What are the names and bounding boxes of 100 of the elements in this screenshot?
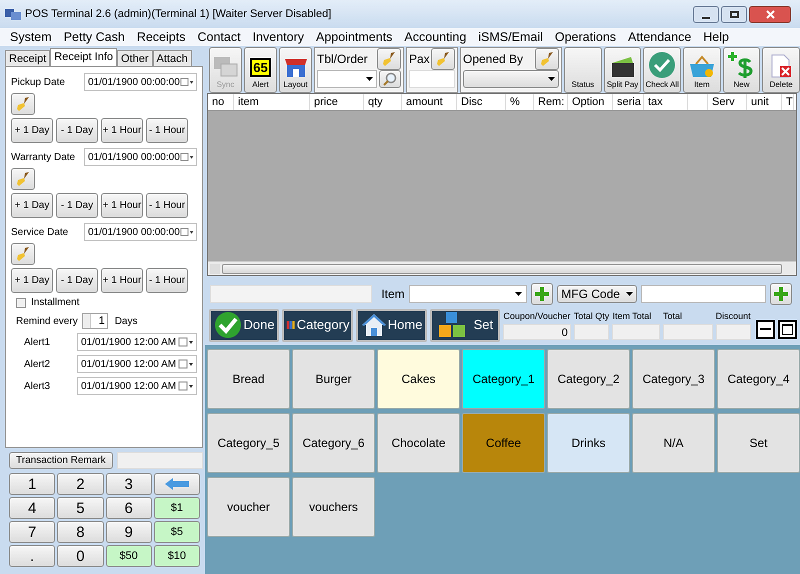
order-dropdown[interactable] — [317, 70, 377, 88]
transaction-remark-button[interactable]: Transaction Remark — [9, 452, 113, 469]
code-field[interactable] — [640, 285, 766, 303]
keypad-key[interactable]: 9 — [106, 521, 152, 543]
keypad-key[interactable]: . — [9, 545, 56, 567]
tab[interactable]: Other — [117, 50, 153, 66]
adjust-button[interactable]: - 1 Day — [56, 118, 98, 143]
column-header[interactable]: qty — [364, 94, 402, 110]
column-header[interactable]: no — [208, 94, 234, 110]
column-header[interactable]: amount — [402, 94, 457, 110]
keypad-key[interactable]: 4 — [9, 497, 56, 519]
tab[interactable]: Attach — [152, 50, 192, 66]
number-spinner[interactable]: 1 — [82, 313, 108, 329]
minimize-button[interactable] — [693, 6, 719, 22]
menu-item[interactable]: System — [10, 28, 52, 46]
clear-button[interactable] — [535, 48, 559, 70]
adjust-button[interactable]: - 1 Day — [56, 193, 98, 218]
clear-button[interactable] — [11, 243, 35, 265]
menu-item[interactable]: Operations — [554, 28, 616, 46]
category-tile[interactable]: Set — [717, 413, 800, 473]
toolbar-button[interactable]: Delete — [762, 47, 800, 93]
category-tile[interactable]: Category_5 — [207, 413, 290, 473]
clear-button[interactable] — [11, 168, 35, 190]
date-field[interactable]: 01/01/1900 12:00 AM — [77, 333, 197, 351]
clear-button[interactable] — [11, 93, 35, 115]
menu-item[interactable]: Petty Cash — [64, 28, 125, 46]
adjust-button[interactable]: - 1 Hour — [146, 268, 188, 293]
column-header[interactable]: Serv — [708, 94, 747, 110]
date-field[interactable]: 01/01/1900 00:00:00 — [84, 223, 197, 241]
menu-item[interactable]: Receipts — [136, 28, 186, 46]
category-tile[interactable]: Chocolate — [377, 413, 460, 473]
add-button[interactable] — [770, 283, 792, 305]
close-button[interactable] — [749, 6, 791, 22]
toolbar-button[interactable]: Split Pay — [604, 47, 642, 93]
backspace-key[interactable] — [154, 473, 200, 495]
menu-item[interactable]: Contact — [197, 28, 241, 46]
column-header[interactable]: Disc — [457, 94, 506, 110]
category-tile[interactable]: N/A — [632, 413, 715, 473]
adjust-button[interactable]: + 1 Day — [11, 268, 53, 293]
item-dropdown[interactable] — [408, 285, 528, 303]
adjust-button[interactable]: - 1 Day — [56, 268, 98, 293]
clear-button[interactable] — [377, 48, 401, 70]
opened-by-dropdown[interactable] — [463, 70, 559, 88]
column-header[interactable]: Rem: — [534, 94, 568, 110]
cash-key[interactable]: $5 — [154, 521, 200, 543]
adjust-button[interactable]: + 1 Hour — [101, 268, 143, 293]
column-header[interactable]: Option — [568, 94, 613, 110]
column-header[interactable]: item — [234, 94, 310, 110]
toolbar-button[interactable]: Check All — [643, 47, 682, 93]
code-type-dropdown[interactable]: MFG Code — [557, 285, 637, 303]
keypad-key[interactable]: 5 — [57, 497, 104, 519]
tab[interactable]: Receipt — [5, 50, 50, 66]
keypad-key[interactable]: 7 — [9, 521, 56, 543]
adjust-button[interactable]: - 1 Hour — [146, 118, 188, 143]
menu-item[interactable]: Attendance — [628, 28, 692, 46]
horizontal-scrollbar[interactable] — [208, 261, 796, 275]
toolbar-button[interactable]: Layout — [279, 47, 312, 93]
action-button[interactable]: Done — [209, 308, 280, 342]
category-tile[interactable]: vouchers — [292, 477, 375, 537]
menu-item[interactable]: Help — [703, 28, 729, 46]
cash-key[interactable]: $50 — [106, 545, 152, 567]
menu-item[interactable]: Inventory — [252, 28, 304, 46]
column-header[interactable]: % — [506, 94, 534, 110]
cash-key[interactable]: $1 — [154, 497, 200, 519]
column-header[interactable]: tax — [644, 94, 688, 110]
adjust-button[interactable]: - 1 Hour — [146, 193, 188, 218]
menu-item[interactable]: Accounting — [404, 28, 466, 46]
search-button[interactable] — [379, 70, 401, 88]
category-tile[interactable]: Category_4 — [717, 349, 800, 409]
remark-field[interactable] — [116, 452, 203, 469]
category-tile[interactable]: Drinks — [547, 413, 630, 473]
adjust-button[interactable]: + 1 Hour — [101, 193, 143, 218]
date-field[interactable]: 01/01/1900 12:00 AM — [77, 355, 197, 373]
date-field[interactable]: 01/01/1900 00:00:00 — [84, 73, 197, 91]
cash-key[interactable]: $10 — [154, 545, 200, 567]
clear-button[interactable] — [431, 48, 455, 70]
date-field[interactable]: 01/01/1900 00:00:00 — [84, 148, 197, 166]
maximize-button[interactable] — [721, 6, 747, 22]
column-header[interactable]: T — [782, 94, 794, 110]
adjust-button[interactable]: + 1 Day — [11, 193, 53, 218]
adjust-button[interactable]: + 1 Day — [11, 118, 53, 143]
category-tile[interactable]: Category_1 — [462, 349, 545, 409]
action-button[interactable]: Set — [430, 308, 500, 342]
column-header[interactable]: price — [310, 94, 364, 110]
keypad-key[interactable]: 8 — [57, 521, 104, 543]
column-header[interactable]: seria — [613, 94, 644, 110]
toolbar-button[interactable]: 65 Alert — [244, 47, 277, 93]
toolbar-button[interactable]: New — [722, 47, 760, 93]
category-tile[interactable]: Category_6 — [292, 413, 375, 473]
category-tile[interactable]: Category_3 — [632, 349, 715, 409]
menu-item[interactable]: iSMS/Email — [478, 28, 543, 46]
keypad-key[interactable]: 2 — [57, 473, 104, 495]
category-tile[interactable]: Category_2 — [547, 349, 630, 409]
keypad-key[interactable]: 1 — [9, 473, 56, 495]
keypad-key[interactable]: 6 — [106, 497, 152, 519]
toolbar-button[interactable]: Item — [683, 47, 721, 93]
tab[interactable]: Receipt Info — [50, 48, 117, 66]
add-button[interactable] — [531, 283, 554, 305]
category-tile[interactable]: voucher — [207, 477, 290, 537]
minimize-panel-button[interactable] — [756, 320, 776, 338]
